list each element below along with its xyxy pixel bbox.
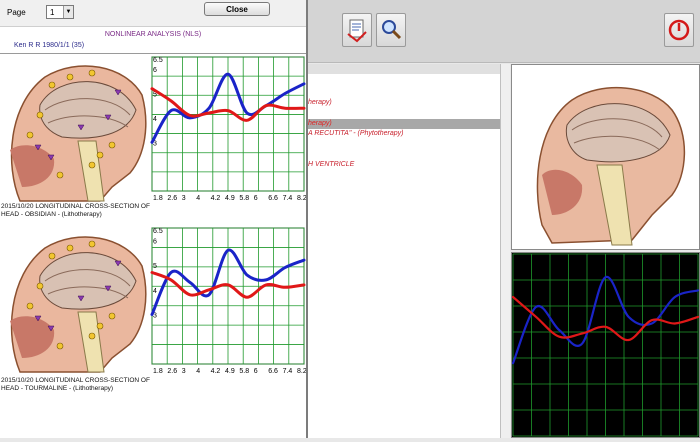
list-scrollbar[interactable]	[500, 64, 510, 438]
section-2-caption-line1: 2015/10/20 LONGITUDINAL CROSS-SECTION OF	[1, 377, 150, 384]
divider	[0, 53, 306, 54]
y-tick-label: 4	[153, 288, 157, 295]
y-tick-label: 6	[153, 238, 157, 245]
list-item[interactable]: herapy)	[308, 98, 509, 108]
nls-chart-2-svg: 34566.51.8 2.6 3 4 4.2 4.9 5.8 6 6.6 7.4 8.2	[150, 227, 306, 375]
dialog-toolbar: Page 1 ▼ Close	[0, 0, 306, 27]
x-tick-label: 1.8	[153, 368, 163, 375]
x-tick-label: 6.6	[268, 368, 278, 375]
page-label: Page	[7, 8, 26, 17]
x-tick-label: 4.2	[211, 368, 221, 375]
power-icon	[668, 19, 690, 41]
list-header	[308, 64, 509, 74]
search-icon	[382, 20, 402, 40]
page-select-value: 1	[50, 8, 55, 17]
nls-chart-1: 3 4 5 6 6.5 1.8 2.6 3 4 4.2 4.9 5.8 6 6.6 7.4 8.2	[150, 55, 306, 203]
chevron-down-icon[interactable]: ▼	[63, 6, 73, 18]
x-tick-label: 6	[254, 368, 258, 375]
nls-chart-1-svg: 34566.51.8 2.6 3 4 4.2 4.9 5.8 6 6.6 7.4 8.2	[150, 56, 306, 202]
x-tick-label: 1.8	[153, 195, 163, 202]
list-item[interactable]: H VENTRICLE	[308, 160, 509, 170]
page-select[interactable]: 1 ▼	[46, 5, 74, 19]
x-tick-label: 4.2	[211, 195, 221, 202]
x-tick-label: 3	[182, 368, 186, 375]
head-scan-image	[536, 87, 686, 246]
x-tick-label: 4	[196, 368, 200, 375]
report-icon	[347, 19, 367, 43]
report-button[interactable]	[342, 13, 372, 47]
x-tick-label: 3	[182, 195, 186, 202]
x-tick-label: 4	[196, 195, 200, 202]
x-tick-label: 4.9	[225, 195, 235, 202]
live-nls-chart	[511, 253, 700, 437]
x-tick-label: 8.2	[297, 368, 306, 375]
close-button[interactable]: Close	[204, 2, 270, 16]
head-cross-section-image	[10, 65, 147, 202]
remedy-list[interactable]: herapy) herapy) A RECUTITA" - (Phytother…	[308, 64, 510, 438]
list-item-selected[interactable]: herapy)	[308, 119, 509, 129]
section-1-caption-line1: 2015/10/20 LONGITUDINAL CROSS-SECTION OF	[1, 203, 150, 210]
report-title: NONLINEAR ANALYSIS (NLS)	[104, 31, 202, 38]
x-tick-label: 2.6	[167, 368, 177, 375]
y-tick-label: 6	[153, 67, 157, 74]
section-1-caption-line2: HEAD - OBSIDIAN - (Lithotherapy)	[1, 211, 102, 218]
x-tick-label: 6.6	[268, 195, 278, 202]
section-2-caption: 2015/10/20 LONGITUDINAL CROSS-SECTION OF…	[1, 377, 151, 393]
x-tick-label: 6	[254, 195, 258, 202]
y-tick-label: 6.5	[153, 228, 163, 235]
head-scan-panel	[511, 64, 700, 250]
patient-info: Ken R R 1980/1/1 (35)	[14, 42, 85, 49]
x-tick-label: 5.8	[239, 195, 249, 202]
list-item[interactable]: A RECUTITA" - (Phytotherapy)	[308, 129, 509, 139]
y-tick-label: 5	[153, 263, 157, 270]
main-toolbar	[308, 0, 700, 63]
nls-report-dialog: Page 1 ▼ Close NONLINEAR ANALYSIS (NLS) …	[0, 0, 308, 438]
section-1-caption: 2015/10/20 LONGITUDINAL CROSS-SECTION OF…	[1, 203, 151, 219]
live-chart-panel	[511, 252, 700, 438]
search-button[interactable]	[376, 13, 406, 47]
head-cross-section-image	[10, 236, 147, 373]
x-tick-label: 7.4	[283, 368, 293, 375]
x-tick-label: 4.9	[225, 368, 235, 375]
nls-chart-2: 3 4 5 6 6.5 1.8 2.6 3 4 4.2 4.9 5.8 6 6.6 7.4 8.2	[150, 226, 306, 376]
power-button[interactable]	[664, 13, 694, 47]
x-tick-label: 8.2	[297, 195, 306, 202]
x-tick-label: 7.4	[283, 195, 293, 202]
y-tick-label: 6.5	[153, 57, 163, 64]
x-tick-label: 2.6	[167, 195, 177, 202]
y-tick-label: 4	[153, 116, 157, 123]
section-2-caption-line2: HEAD - TOURMALINE - (Lithotherapy)	[1, 385, 114, 392]
x-tick-label: 5.8	[239, 368, 249, 375]
